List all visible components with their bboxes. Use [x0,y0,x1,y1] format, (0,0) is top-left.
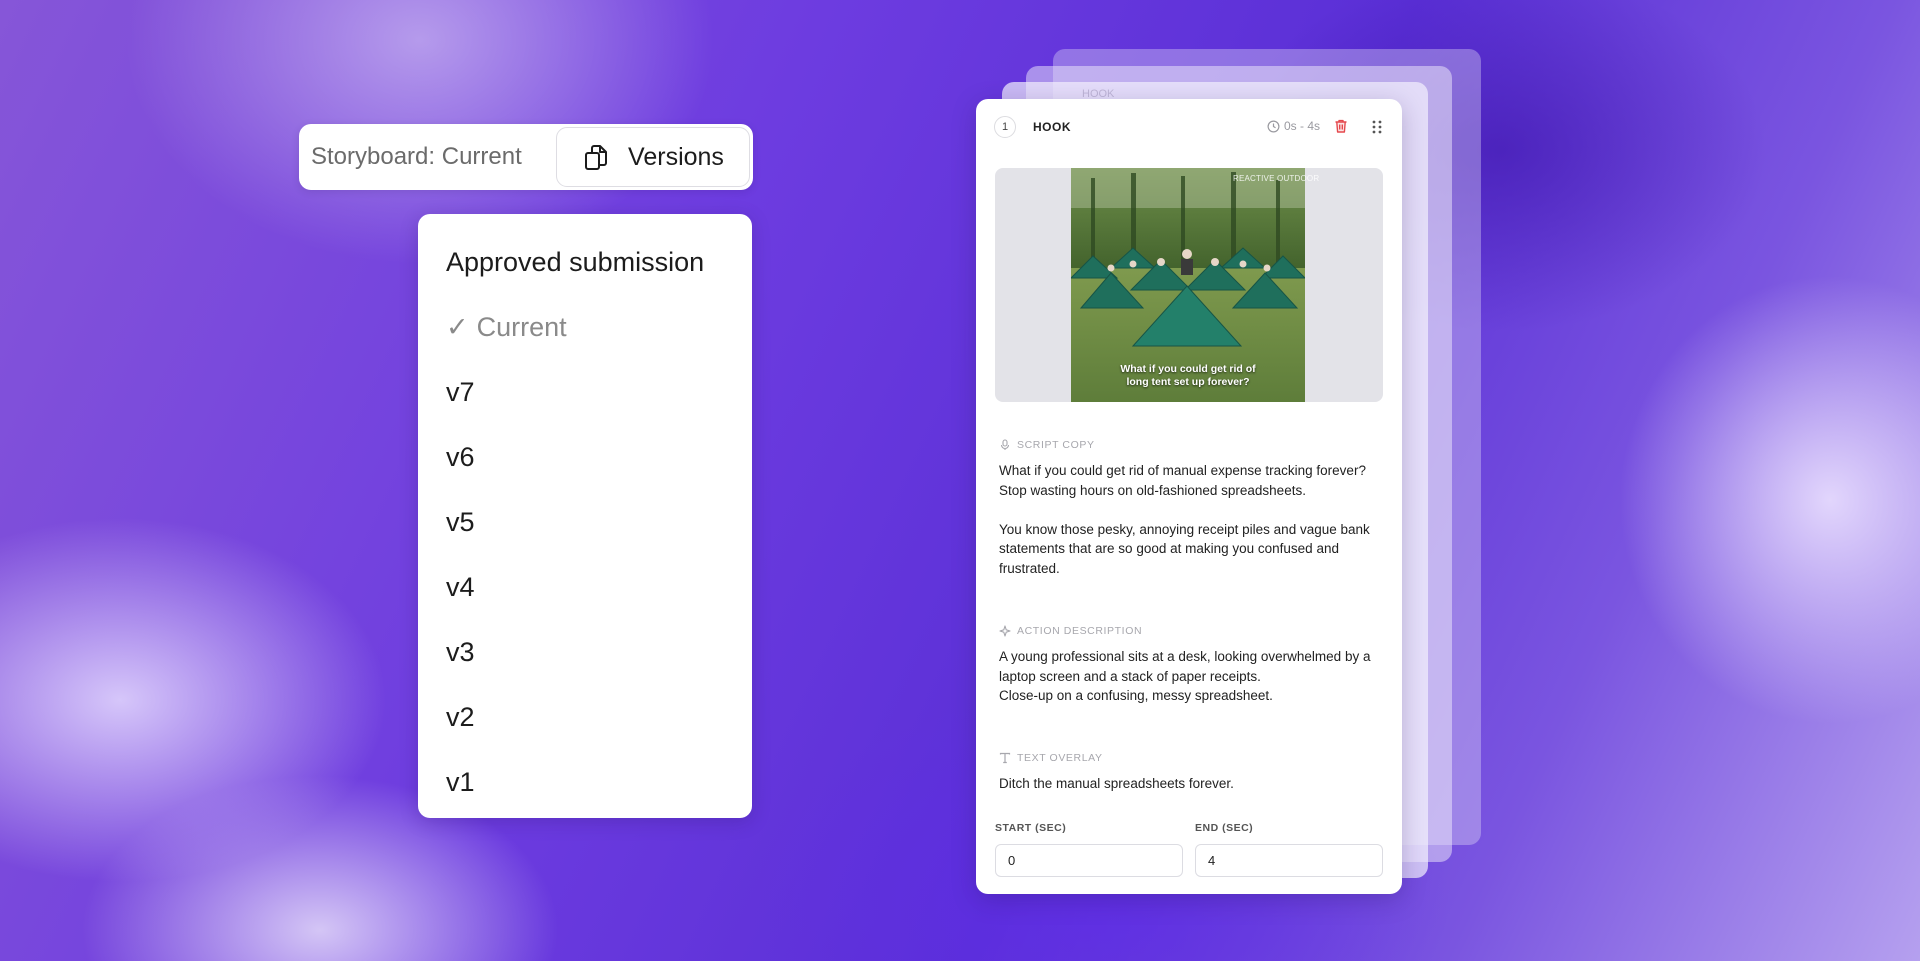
script-copy-text[interactable]: What if you could get rid of manual expe… [999,461,1379,578]
version-option-label: v6 [446,442,475,472]
version-option-label: Approved submission [446,247,705,277]
end-sec-label: END (SEC) [1195,822,1254,834]
action-description-text[interactable]: A young professional sits at a desk, loo… [999,647,1379,706]
version-option-v5[interactable]: v5 [420,490,750,555]
scene-card: 1 HOOK 0s - 4s REACTIVE OUTDOOR What if … [976,99,1402,894]
video-watermark: REACTIVE OUTDOOR [1233,174,1320,183]
end-sec-input[interactable] [1195,844,1383,877]
scene-card-header: 1 HOOK 0s - 4s [994,116,1384,138]
video-caption: What if you could get rid of long tent s… [1120,363,1256,388]
version-option-label: v3 [446,637,475,667]
scene-number-badge: 1 [994,116,1016,138]
text-overlay-label: TEXT OVERLAY [1017,752,1103,764]
text-type-icon [999,752,1011,764]
script-copy-section: SCRIPT COPY What if you could get rid of… [999,439,1379,578]
versions-button[interactable]: Versions [556,127,750,187]
version-option-approved[interactable]: Approved submission [420,230,750,295]
microphone-icon [1000,439,1010,450]
version-option-current[interactable]: ✓ Current [420,295,750,360]
text-overlay-text[interactable]: Ditch the manual spreadsheets forever. [999,774,1379,794]
copy-stack-icon [585,145,608,170]
storyboard-version-bar: Storyboard: Current Versions [299,124,753,190]
script-copy-label: SCRIPT COPY [1017,439,1095,451]
version-option-label: v4 [446,572,475,602]
clock-icon [1267,120,1280,132]
scene-duration: 0s - 4s [1267,119,1320,133]
version-option-label: v1 [446,767,475,797]
version-option-label: v7 [446,377,475,407]
sparkle-icon [999,625,1011,637]
version-option-v6[interactable]: v6 [420,425,750,490]
version-option-v7[interactable]: v7 [420,360,750,425]
trash-icon[interactable] [1333,118,1349,134]
version-option-label: v2 [446,702,475,732]
drag-handle-icon[interactable] [1370,119,1384,135]
text-overlay-section: TEXT OVERLAY Ditch the manual spreadshee… [999,752,1379,794]
version-option-v4[interactable]: v4 [420,555,750,620]
start-sec-label: START (SEC) [995,822,1067,834]
storyboard-label: Storyboard: Current [311,143,522,170]
version-option-v2[interactable]: v2 [420,685,750,750]
action-description-heading: ACTION DESCRIPTION [999,625,1379,637]
version-option-v3[interactable]: v3 [420,620,750,685]
action-description-label: ACTION DESCRIPTION [1017,625,1143,637]
scene-media-frame[interactable]: REACTIVE OUTDOOR What if you could get r… [995,168,1383,402]
checkmark-icon: ✓ [446,312,469,342]
scene-title: HOOK [1033,120,1071,134]
action-description-section: ACTION DESCRIPTION A young professional … [999,625,1379,706]
versions-button-label: Versions [628,142,724,171]
version-option-v1[interactable]: v1 [420,750,750,815]
scene-time-range: 0s - 4s [1283,119,1320,133]
versions-dropdown: Approved submission ✓ Current v7 v6 v5 v… [418,214,752,818]
script-copy-heading: SCRIPT COPY [999,439,1379,451]
version-option-label: v5 [446,507,475,537]
start-sec-input[interactable] [995,844,1183,877]
version-option-label: Current [476,312,567,342]
text-overlay-heading: TEXT OVERLAY [999,752,1379,764]
